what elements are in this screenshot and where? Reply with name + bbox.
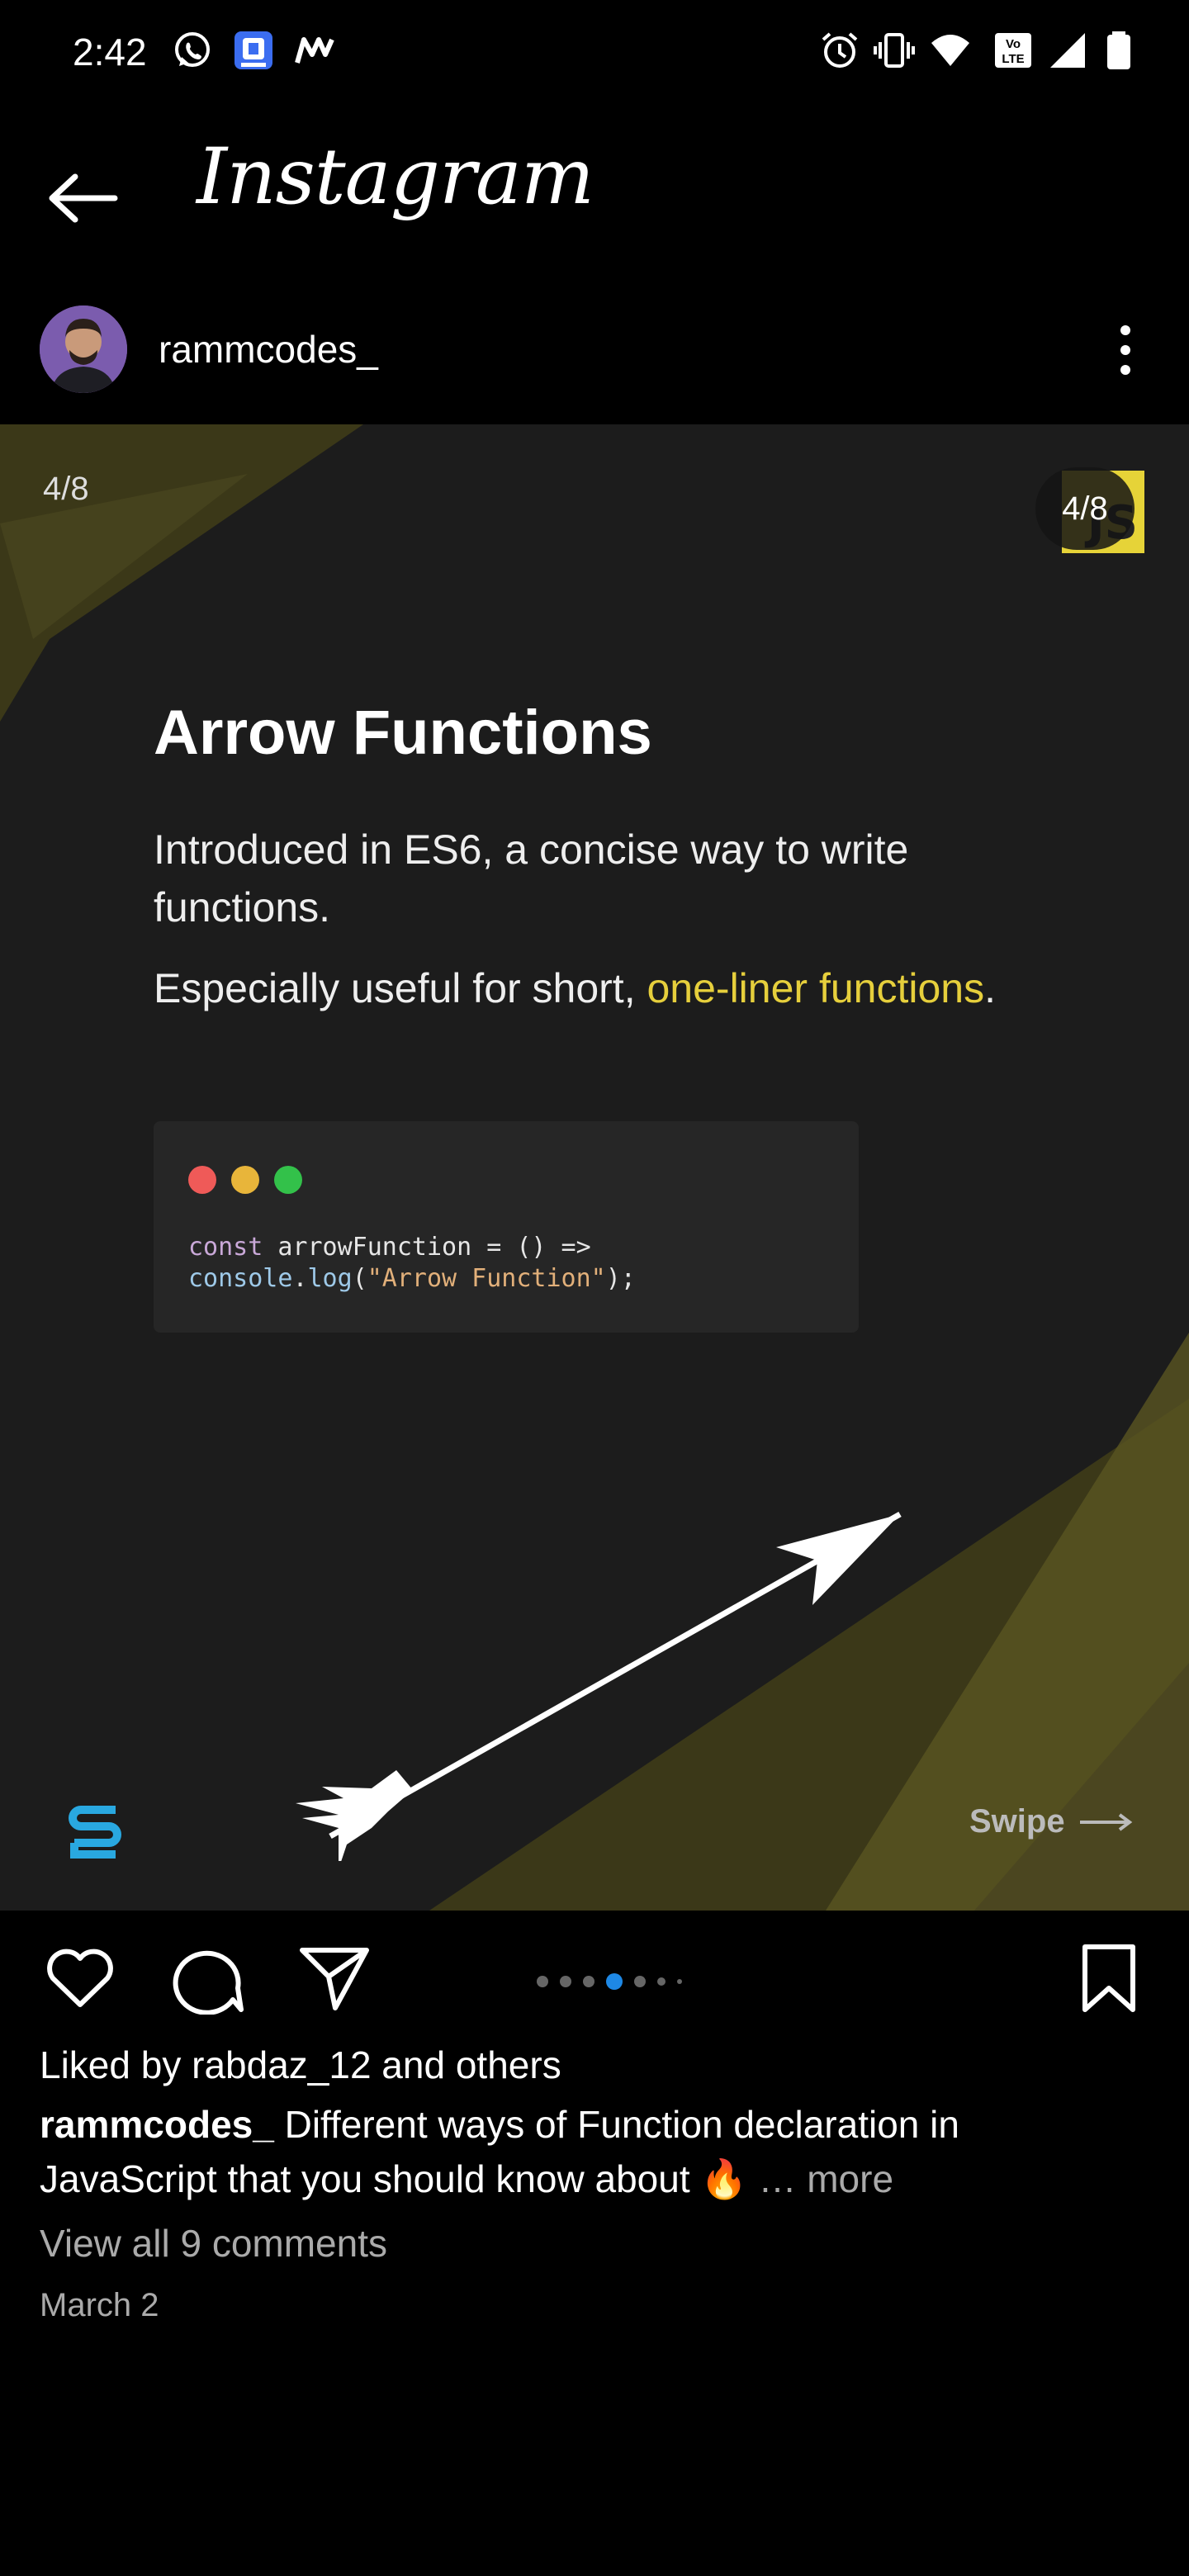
liked-by-username[interactable]: rabdaz_12: [192, 2043, 371, 2086]
svg-text:Vo: Vo: [1006, 37, 1021, 51]
carousel-counter-badge: 4/8: [1035, 467, 1135, 550]
heart-icon: [47, 1949, 113, 2007]
code-text: .: [292, 1264, 308, 1293]
code-window: const arrowFunction = () => console.log(…: [154, 1121, 859, 1333]
swipe-label: Swipe: [969, 1803, 1065, 1840]
code-function: log: [307, 1264, 353, 1293]
highlighted-text: one-liner functions: [647, 965, 985, 1011]
alarm-icon: [819, 30, 860, 71]
more-link[interactable]: … more: [758, 2157, 893, 2200]
arrow-illustration: [296, 1511, 902, 1861]
brand-logo-icon: [69, 1806, 121, 1859]
bookmark-icon: [1082, 1944, 1135, 2012]
send-icon: [300, 1948, 369, 2010]
likes-summary[interactable]: Liked by rabdaz_12 and others: [40, 2043, 561, 2087]
carousel-dot: [634, 1976, 646, 1987]
caption-username[interactable]: rammcodes_: [40, 2103, 274, 2146]
comment-button[interactable]: [170, 1940, 244, 2015]
likes-suffix: and others: [371, 2043, 561, 2086]
back-button[interactable]: [41, 157, 124, 239]
slide-paragraph: Introduced in ES6, a concise way to writ…: [154, 826, 909, 930]
carousel-dot: [677, 1979, 682, 1984]
code-object: console: [188, 1264, 293, 1293]
code-string: "Arrow Function": [367, 1264, 606, 1293]
carousel-dot-active: [606, 1973, 623, 1990]
back-arrow-icon: [49, 173, 118, 223]
vibrate-icon: [874, 30, 915, 71]
slide-title: Arrow Functions: [154, 698, 652, 768]
code-text: arrowFunction = () =>: [263, 1233, 591, 1262]
more-options-icon[interactable]: [1106, 317, 1144, 383]
window-close-dot: [188, 1166, 216, 1194]
post-date: March 2: [40, 2287, 159, 2323]
app-shield-icon: [233, 30, 274, 71]
volte-icon: Vo LTE: [992, 30, 1034, 71]
post-image[interactable]: 4/8 JS 4/8 Arrow Functions Introduced in…: [0, 424, 1189, 1911]
post-author-row: rammcodes_: [0, 297, 1189, 421]
window-minimize-dot: [231, 1166, 259, 1194]
carousel-indicator: [537, 1973, 682, 1990]
view-comments-link[interactable]: View all 9 comments: [40, 2221, 387, 2266]
code-text: (: [352, 1264, 367, 1293]
slide-counter: 4/8: [43, 471, 89, 507]
save-button[interactable]: [1072, 1940, 1146, 2015]
battery-icon: [1098, 30, 1139, 71]
code-keyword: const: [188, 1233, 263, 1262]
carousel-dot: [583, 1976, 594, 1987]
avatar[interactable]: [40, 305, 127, 393]
code-text: );: [605, 1264, 636, 1293]
like-button[interactable]: [43, 1940, 117, 2015]
carousel-dot: [657, 1977, 666, 1986]
post-actions: [0, 1911, 1189, 2043]
comment-icon: [173, 1950, 244, 2015]
swipe-hint: Swipe: [969, 1803, 1133, 1840]
window-maximize-dot: [274, 1166, 302, 1194]
carousel-dot: [537, 1976, 548, 1987]
svg-text:LTE: LTE: [1002, 52, 1024, 66]
share-button[interactable]: [297, 1940, 372, 2015]
paragraph-text: .: [984, 965, 996, 1011]
slide-paragraph-highlight: Especially useful for short, one-liner f…: [154, 959, 1029, 1017]
m-app-icon: [294, 30, 335, 71]
arrow-right-icon: [1079, 1812, 1132, 1831]
carousel-dot: [560, 1976, 571, 1987]
status-bar: 2:42 Vo LTE: [0, 0, 1189, 107]
whatsapp-icon: [172, 30, 213, 71]
post-caption: rammcodes_ Different ways of Function de…: [40, 2097, 1130, 2206]
paragraph-text: Especially useful for short,: [154, 965, 647, 1011]
post-username[interactable]: rammcodes_: [159, 327, 378, 372]
code-snippet: const arrowFunction = () => console.log(…: [188, 1232, 636, 1295]
app-title: Instagram: [197, 132, 594, 222]
status-time: 2:42: [73, 31, 147, 73]
signal-icon: [1047, 30, 1088, 71]
app-header: Instagram: [0, 107, 1189, 297]
likes-prefix: Liked by: [40, 2043, 192, 2086]
wifi-icon: [930, 30, 971, 71]
